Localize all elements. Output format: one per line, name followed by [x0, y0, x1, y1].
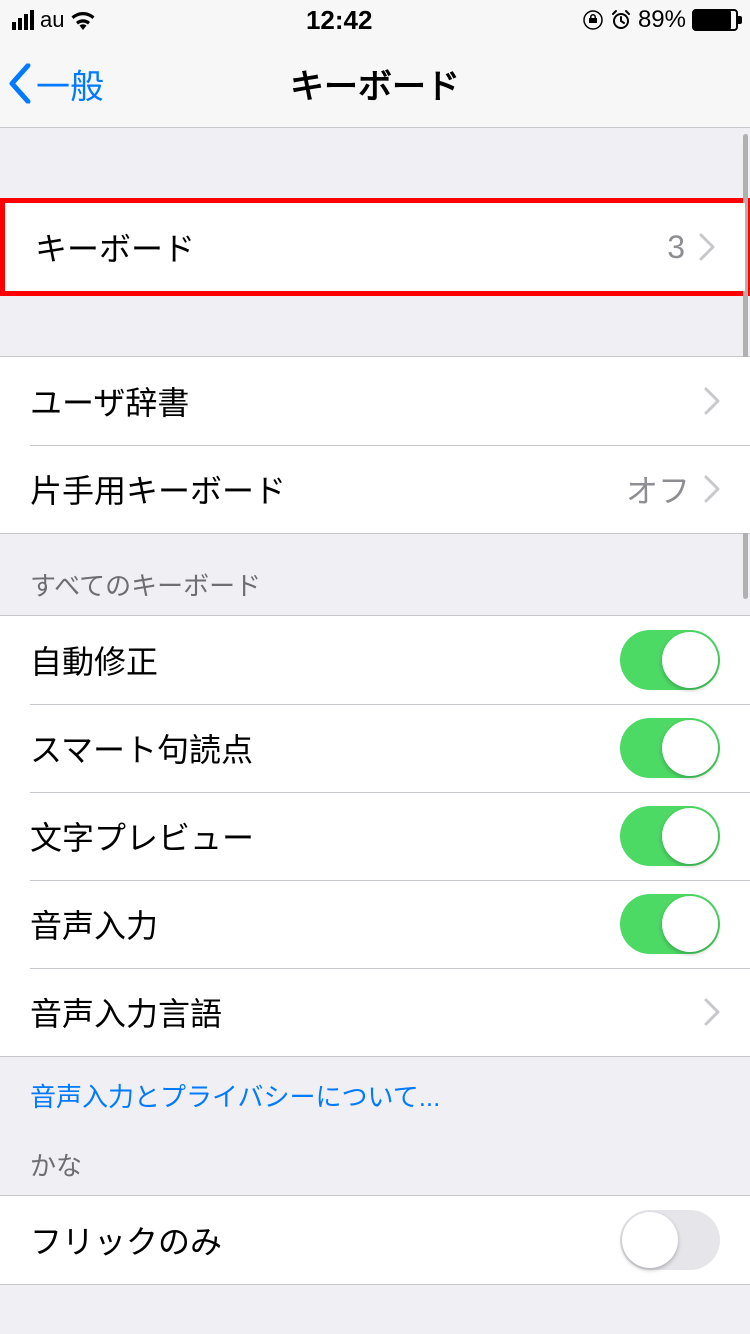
toggle-auto-correct[interactable] — [620, 630, 720, 690]
row-one-handed-keyboard[interactable]: 片手用キーボード オフ — [0, 445, 750, 533]
all-keyboards-section: 自動修正 スマート句読点 文字プレビュー 音声入力 音声入力言語 — [0, 615, 750, 1057]
chevron-left-icon — [8, 64, 32, 104]
section-header-kana: かな — [0, 1134, 750, 1195]
row-user-dictionary[interactable]: ユーザ辞書 — [0, 357, 750, 445]
row-label: スマート句読点 — [30, 725, 253, 771]
dict-section: ユーザ辞書 片手用キーボード オフ — [0, 356, 750, 534]
section-header-all-keyboards: すべてのキーボード — [0, 534, 750, 615]
status-left: au — [12, 7, 96, 33]
dictation-privacy-link[interactable]: 音声入力とプライバシーについて... — [0, 1057, 750, 1134]
row-character-preview: 文字プレビュー — [0, 792, 750, 880]
row-label: フリックのみ — [30, 1217, 222, 1263]
row-value: 3 — [667, 229, 685, 266]
keyboards-section-highlighted: キーボード 3 — [0, 198, 750, 296]
status-right: 89% — [582, 6, 738, 34]
chevron-right-icon — [704, 387, 720, 415]
content: キーボード 3 ユーザ辞書 片手用キーボード オフ すべてのキーボード 自動修正 — [0, 128, 750, 1305]
row-smart-punctuation: スマート句読点 — [0, 704, 750, 792]
status-time: 12:42 — [306, 5, 373, 36]
alarm-icon — [610, 9, 632, 31]
row-label: 自動修正 — [30, 637, 158, 683]
nav-bar: 一般 キーボード — [0, 40, 750, 128]
row-keyboards[interactable]: キーボード 3 — [5, 203, 745, 291]
row-flick-only: フリックのみ — [0, 1196, 750, 1284]
row-label: キーボード — [35, 224, 195, 270]
chevron-right-icon — [704, 475, 720, 503]
back-button[interactable]: 一般 — [8, 59, 104, 108]
orientation-lock-icon — [582, 9, 604, 31]
status-bar: au 12:42 89% — [0, 0, 750, 40]
row-label: 文字プレビュー — [30, 813, 254, 859]
toggle-flick-only[interactable] — [620, 1210, 720, 1270]
signal-icon — [12, 10, 34, 30]
toggle-dictation[interactable] — [620, 894, 720, 954]
chevron-right-icon — [704, 998, 720, 1026]
row-auto-correct: 自動修正 — [0, 616, 750, 704]
row-label: 音声入力言語 — [30, 989, 222, 1035]
toggle-character-preview[interactable] — [620, 806, 720, 866]
row-dictation-languages[interactable]: 音声入力言語 — [0, 968, 750, 1056]
wifi-icon — [70, 10, 96, 30]
row-value: オフ — [626, 466, 690, 512]
row-dictation: 音声入力 — [0, 880, 750, 968]
carrier-label: au — [40, 7, 64, 33]
toggle-smart-punctuation[interactable] — [620, 718, 720, 778]
page-title: キーボード — [290, 59, 460, 108]
row-label: ユーザ辞書 — [30, 378, 189, 424]
kana-section: フリックのみ — [0, 1195, 750, 1285]
row-label: 音声入力 — [30, 901, 158, 947]
battery-percent: 89% — [638, 6, 686, 34]
chevron-right-icon — [699, 233, 715, 261]
row-label: 片手用キーボード — [30, 466, 286, 512]
back-label: 一般 — [36, 59, 104, 108]
battery-icon — [692, 9, 738, 31]
